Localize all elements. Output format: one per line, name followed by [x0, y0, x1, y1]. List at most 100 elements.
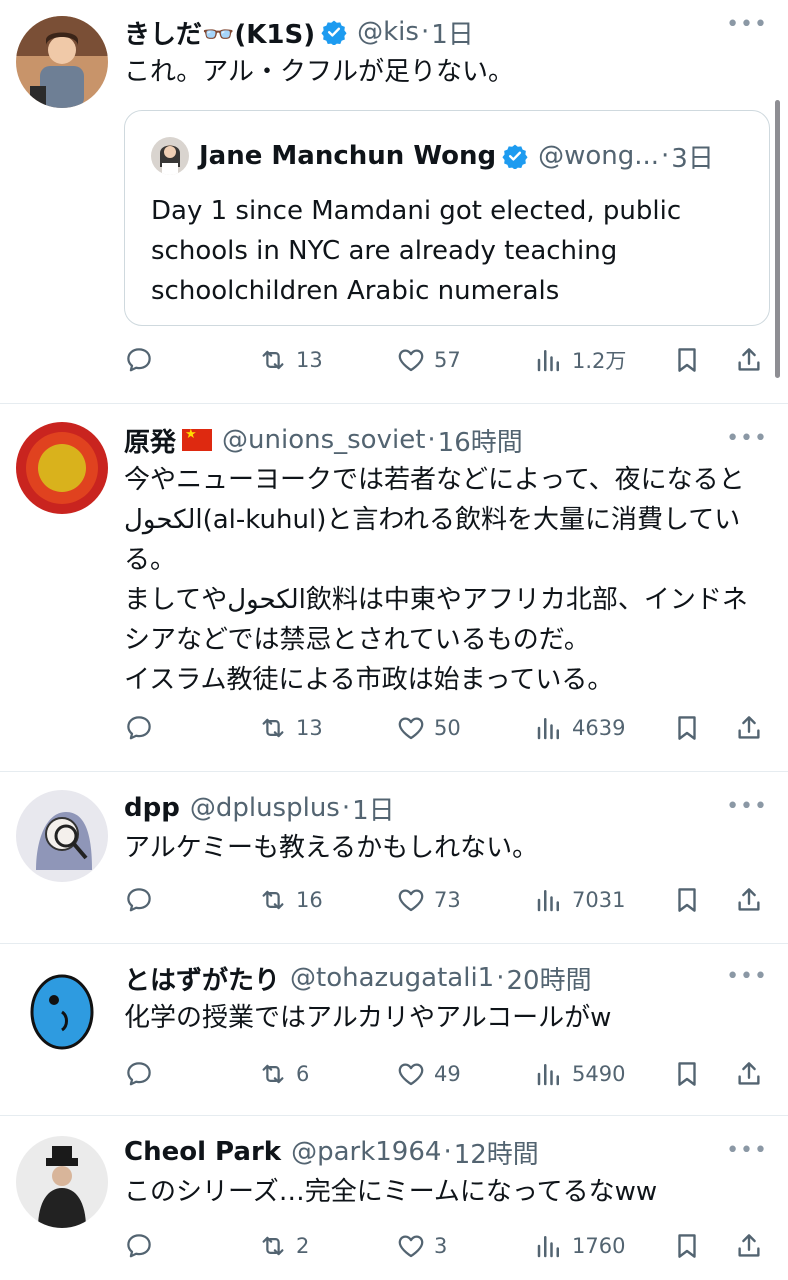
tweet-card[interactable]: とはずがたり @tohazugatali1 · 20時間 化学の授業ではアルカリ…	[0, 944, 788, 1116]
tweet-card[interactable]: dpp @dplusplus · 1日 アルケミーも教えるかもしれない。 •••…	[0, 772, 788, 944]
like-count: 50	[434, 716, 461, 740]
like-icon	[396, 713, 426, 743]
more-icon[interactable]: •••	[726, 794, 768, 819]
share-button[interactable]	[734, 1054, 764, 1094]
avatar[interactable]	[16, 422, 108, 514]
more-icon[interactable]: •••	[726, 426, 768, 451]
views-count: 1.2万	[572, 349, 627, 373]
timestamp[interactable]: 16時間	[438, 422, 523, 459]
views-button[interactable]: 7031	[534, 880, 625, 920]
bookmark-icon	[672, 1059, 702, 1089]
share-button[interactable]	[734, 880, 764, 920]
like-icon	[396, 1231, 426, 1261]
action-bar: 13 57 1.2万	[124, 340, 772, 380]
share-icon	[734, 1059, 764, 1089]
handle[interactable]: @tohazugatali1	[290, 963, 494, 993]
tweet-text: このシリーズ…完全にミームになってるなww	[124, 1177, 658, 1207]
quoted-tweet[interactable]: Jane Manchun Wong @wong... · 3日 Day 1 si…	[124, 110, 770, 326]
handle[interactable]: @dplusplus	[190, 793, 340, 823]
bookmark-button[interactable]	[672, 340, 702, 380]
quoted-display-name: Jane Manchun Wong	[199, 141, 497, 171]
retweet-icon	[258, 885, 288, 915]
timestamp[interactable]: 1日	[431, 14, 474, 51]
bookmark-button[interactable]	[672, 1054, 702, 1094]
reply-button[interactable]	[124, 340, 162, 380]
share-icon	[734, 1231, 764, 1261]
timestamp[interactable]: 1日	[352, 790, 395, 827]
display-name[interactable]: とはずがたり	[124, 960, 280, 997]
like-button[interactable]: 3	[396, 1226, 447, 1266]
retweet-button[interactable]: 13	[258, 708, 323, 748]
like-button[interactable]: 57	[396, 340, 461, 380]
more-icon[interactable]: •••	[726, 1138, 768, 1163]
share-button[interactable]	[734, 708, 764, 748]
bookmark-button[interactable]	[672, 708, 702, 748]
quoted-avatar	[151, 137, 189, 175]
tweet-card[interactable]: Cheol Park @park1964 · 12時間 このシリーズ…完全にミー…	[0, 1116, 788, 1280]
more-icon[interactable]: •••	[726, 12, 768, 37]
like-button[interactable]: 49	[396, 1054, 461, 1094]
retweet-button[interactable]: 2	[258, 1226, 309, 1266]
timestamp[interactable]: 20時間	[506, 960, 591, 997]
views-count: 4639	[572, 716, 626, 740]
tweet-text: 今やニューヨークでは若者などによって、夜になるとالكحول(al-kuhul)…	[124, 465, 748, 695]
avatar[interactable]	[16, 790, 108, 882]
reply-icon	[124, 713, 154, 743]
views-count: 1760	[572, 1234, 626, 1258]
like-button[interactable]: 73	[396, 880, 461, 920]
timestamp[interactable]: 12時間	[454, 1134, 539, 1171]
avatar[interactable]	[16, 960, 108, 1052]
display-name[interactable]: dpp	[124, 793, 180, 823]
action-bar: 16 73 7031	[124, 880, 772, 920]
like-icon	[396, 885, 426, 915]
handle[interactable]: @unions_soviet	[222, 425, 425, 455]
bookmark-button[interactable]	[672, 880, 702, 920]
more-icon[interactable]: •••	[726, 964, 768, 989]
retweet-button[interactable]: 16	[258, 880, 323, 920]
tweet-card[interactable]: きしだ👓(K1S) @kis · 1日 これ。アル・クフルが足りない。 ••• …	[0, 0, 788, 404]
retweet-button[interactable]: 13	[258, 340, 323, 380]
quoted-text: Day 1 since Mamdani got elected, public …	[151, 196, 682, 306]
retweet-count: 6	[296, 1062, 310, 1086]
quoted-handle: @wong...	[538, 141, 660, 171]
views-icon	[534, 885, 564, 915]
reply-button[interactable]	[124, 708, 162, 748]
tweet-text: これ。アル・クフルが足りない。	[124, 57, 515, 87]
like-count: 73	[434, 888, 461, 912]
like-count: 57	[434, 348, 461, 372]
avatar-image	[16, 1136, 108, 1228]
bookmark-button[interactable]	[672, 1226, 702, 1266]
views-icon	[534, 713, 564, 743]
views-icon	[534, 1231, 564, 1261]
quoted-timestamp: 3日	[671, 143, 714, 174]
share-icon	[734, 885, 764, 915]
scrollbar[interactable]	[775, 100, 780, 378]
avatar[interactable]	[16, 16, 108, 108]
tweet-card[interactable]: 原発 @unions_soviet · 16時間 今やニューヨークでは若者などに…	[0, 404, 788, 772]
views-button[interactable]: 1760	[534, 1226, 625, 1266]
like-button[interactable]: 50	[396, 708, 461, 748]
avatar-image	[16, 422, 108, 514]
tweet-text: 化学の授業ではアルカリやアルコールがw	[124, 1003, 612, 1033]
retweet-button[interactable]: 6	[258, 1054, 309, 1094]
views-button[interactable]: 5490	[534, 1054, 625, 1094]
share-button[interactable]	[734, 1226, 764, 1266]
handle[interactable]: @kis	[357, 17, 419, 47]
share-button[interactable]	[734, 340, 764, 380]
views-button[interactable]: 1.2万	[534, 340, 626, 380]
display-name[interactable]: 原発	[124, 422, 176, 459]
reply-icon	[124, 1231, 154, 1261]
retweet-icon	[258, 1059, 288, 1089]
handle[interactable]: @park1964	[291, 1137, 441, 1167]
separator: ·	[420, 17, 430, 47]
reply-button[interactable]	[124, 880, 162, 920]
retweet-icon	[258, 345, 288, 375]
reply-button[interactable]	[124, 1054, 162, 1094]
display-name[interactable]: Cheol Park	[124, 1137, 281, 1167]
reply-button[interactable]	[124, 1226, 162, 1266]
views-button[interactable]: 4639	[534, 708, 625, 748]
bookmark-icon	[672, 885, 702, 915]
avatar[interactable]	[16, 1136, 108, 1228]
display-name[interactable]: きしだ👓(K1S)	[124, 14, 315, 51]
retweet-icon	[258, 713, 288, 743]
